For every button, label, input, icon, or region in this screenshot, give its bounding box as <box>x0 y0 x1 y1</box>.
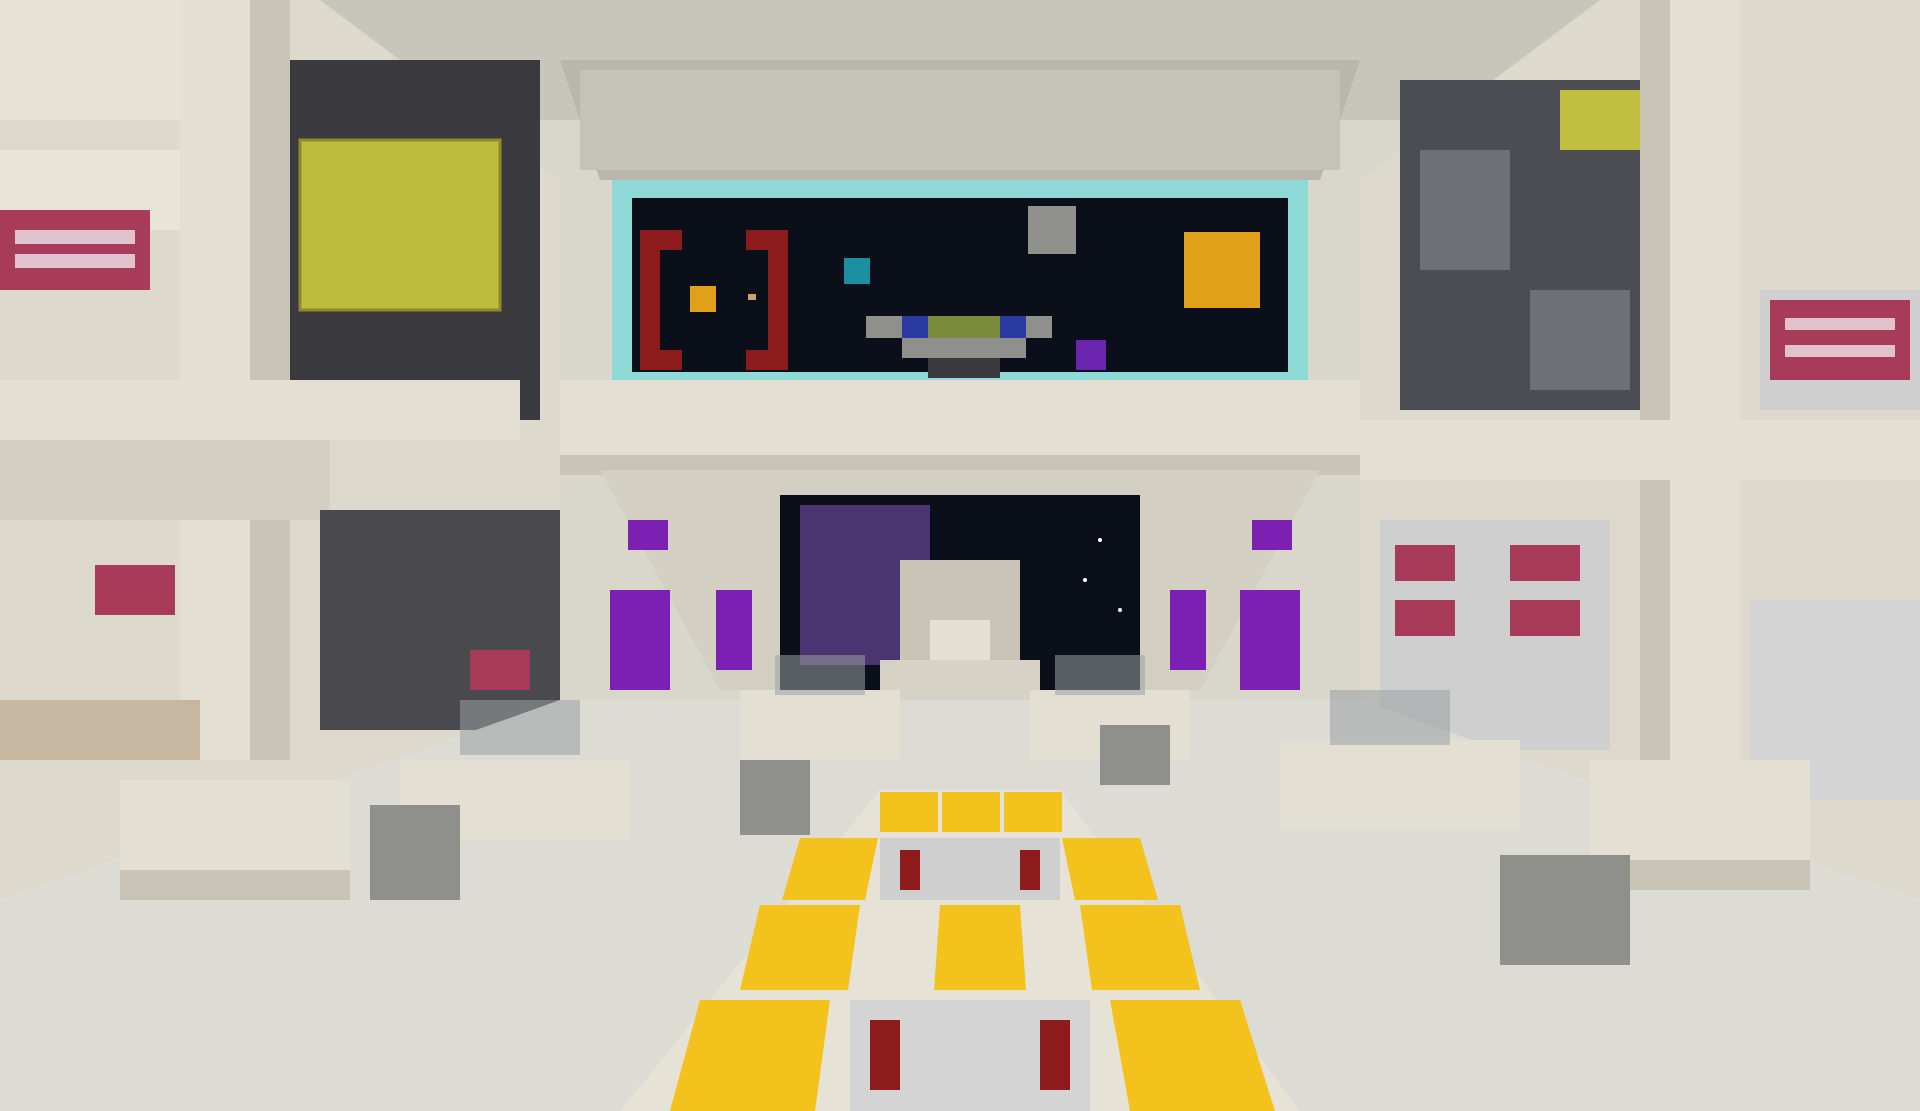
magenta-panel-left-lower <box>95 565 175 615</box>
far-corridor <box>600 470 1320 720</box>
game-viewport <box>0 0 1920 1111</box>
upper-display <box>612 180 1308 390</box>
magenta-panel-right-upper <box>1770 300 1910 380</box>
magenta-panel-left-upper <box>0 210 150 290</box>
yellow-glass-block <box>300 140 500 310</box>
balcony <box>560 380 1360 475</box>
